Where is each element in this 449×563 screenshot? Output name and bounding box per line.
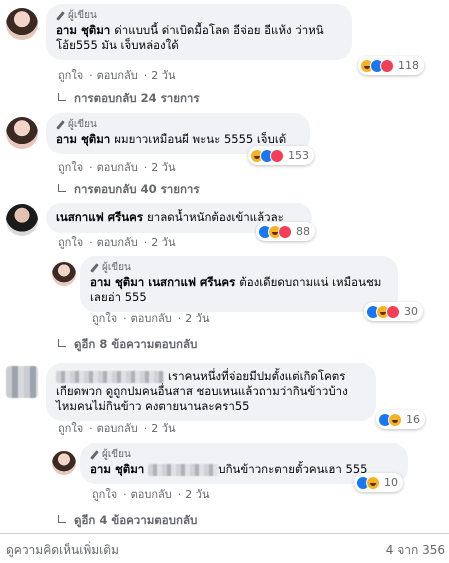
avatar[interactable] <box>52 451 76 475</box>
like-link[interactable]: ถูกใจ <box>58 69 83 82</box>
comment-time[interactable]: 2 วัน <box>185 488 209 501</box>
pencil-icon <box>56 12 65 21</box>
commenter-name[interactable]: เนสกาแฟ ศรีนคร <box>56 210 143 224</box>
blurred-name <box>56 370 164 383</box>
comment-time[interactable]: 2 วัน <box>151 422 175 435</box>
author-badge: ผู้เขียน <box>68 10 97 21</box>
view-more-replies-link[interactable]: ดูอีก 4 ข้อความตอบกลับ <box>58 512 197 530</box>
reply-link[interactable]: ตอบกลับ <box>97 422 138 435</box>
avatar[interactable] <box>6 204 38 236</box>
haha-icon <box>366 475 380 490</box>
like-link[interactable]: ถูกใจ <box>58 236 83 249</box>
reaction-count: 88 <box>296 225 310 238</box>
reaction-count: 10 <box>384 476 398 489</box>
reaction-summary[interactable]: 118 <box>358 56 424 75</box>
view-replies-link[interactable]: การตอบกลับ 40 รายการ <box>58 181 200 199</box>
avatar[interactable] <box>6 117 38 149</box>
comment-actions: ถูกใจ · ตอบกลับ · 2 วัน <box>58 422 176 435</box>
comment-text: บกินข้าวกะตายตั้วคนเฮา 555 <box>218 462 368 476</box>
love-icon <box>386 304 400 319</box>
reaction-count: 30 <box>404 305 418 318</box>
reply-arrow-icon <box>58 93 66 101</box>
comment-actions: ถูกใจ · ตอบกลับ · 2 วัน <box>92 488 210 501</box>
commenter-name[interactable]: อาม ชุติมา <box>56 132 110 146</box>
like-link[interactable]: ถูกใจ <box>92 488 117 501</box>
avatar[interactable] <box>52 262 76 286</box>
author-badge: ผู้เขียน <box>68 119 97 130</box>
love-icon <box>380 58 394 73</box>
view-more-replies-link[interactable]: ดูอีก 8 ข้อความตอบกลับ <box>58 336 197 354</box>
reaction-count: 153 <box>288 149 309 162</box>
author-badge: ผู้เขียน <box>102 262 131 273</box>
love-icon <box>270 148 284 163</box>
reply-bubble: ผู้เขียน อาม ชุติมา เนสกาแฟ ศรีนคร ต้องเดี… <box>80 256 398 312</box>
reaction-count: 16 <box>406 413 420 426</box>
reply-link[interactable]: ตอบกลับ <box>131 312 172 325</box>
commenter-name[interactable]: อาม ชุติมา <box>56 23 110 37</box>
avatar[interactable] <box>6 8 38 40</box>
reaction-summary[interactable]: 10 <box>354 473 403 492</box>
comment-time[interactable]: 2 วัน <box>151 69 175 82</box>
like-link[interactable]: ถูกใจ <box>92 312 117 325</box>
comment-bubble: เราคนหนึ่งที่จ่อยมีปมตั้งแต่เกิดโคตรเกีย… <box>46 363 376 421</box>
reply-arrow-icon <box>58 184 66 192</box>
reply-arrow-icon <box>58 515 66 523</box>
view-more-comments-link[interactable]: ดูความคิดเห็นเพิ่มเติม <box>6 541 119 560</box>
reaction-summary[interactable]: 88 <box>256 222 315 241</box>
reply-link[interactable]: ตอบกลับ <box>97 236 138 249</box>
reaction-count: 118 <box>398 59 419 72</box>
reply-arrow-icon <box>58 339 66 347</box>
pencil-icon <box>56 121 65 130</box>
reaction-summary[interactable]: 30 <box>364 302 423 321</box>
comment-text: ผมยาวเหมือนผี พะนะ 5555 เจ็บเด้ <box>114 132 287 146</box>
like-link[interactable]: ถูกใจ <box>58 422 83 435</box>
comment-actions: ถูกใจ · ตอบกลับ · 2 วัน <box>58 69 176 82</box>
commenter-name[interactable]: อาม ชุติมา <box>90 462 144 476</box>
reaction-summary[interactable]: 153 <box>248 146 314 165</box>
comment-time[interactable]: 2 วัน <box>151 236 175 249</box>
haha-icon <box>388 412 402 427</box>
reply-link[interactable]: ตอบกลับ <box>131 488 172 501</box>
commenter-name[interactable]: อาม ชุติมา <box>90 275 144 289</box>
avatar[interactable] <box>6 366 38 398</box>
comment-time[interactable]: 2 วัน <box>185 312 209 325</box>
pencil-icon <box>90 451 99 460</box>
comment-actions: ถูกใจ · ตอบกลับ · 2 วัน <box>92 312 210 325</box>
comment-count: 4 จาก 356 <box>385 543 445 557</box>
divider <box>0 533 449 534</box>
view-replies-link[interactable]: การตอบกลับ 24 รายการ <box>58 90 200 108</box>
reply-link[interactable]: ตอบกลับ <box>97 69 138 82</box>
author-badge: ผู้เขียน <box>102 449 131 460</box>
comment-actions: ถูกใจ · ตอบกลับ · 2 วัน <box>58 236 176 249</box>
blurred-name <box>148 463 219 476</box>
tagged-name[interactable]: เนสกาแฟ ศรีนคร <box>148 275 235 289</box>
comment-time[interactable]: 2 วัน <box>151 161 175 174</box>
reply-link[interactable]: ตอบกลับ <box>97 161 138 174</box>
love-icon <box>278 224 292 239</box>
pencil-icon <box>90 264 99 273</box>
like-link[interactable]: ถูกใจ <box>58 161 83 174</box>
comment-bubble: ผู้เขียน อาม ชุติมา ด่าแบบนี้ ด่าเบิดมื้อ… <box>46 4 352 60</box>
comment-actions: ถูกใจ · ตอบกลับ · 2 วัน <box>58 161 176 174</box>
reaction-summary[interactable]: 16 <box>376 410 425 429</box>
